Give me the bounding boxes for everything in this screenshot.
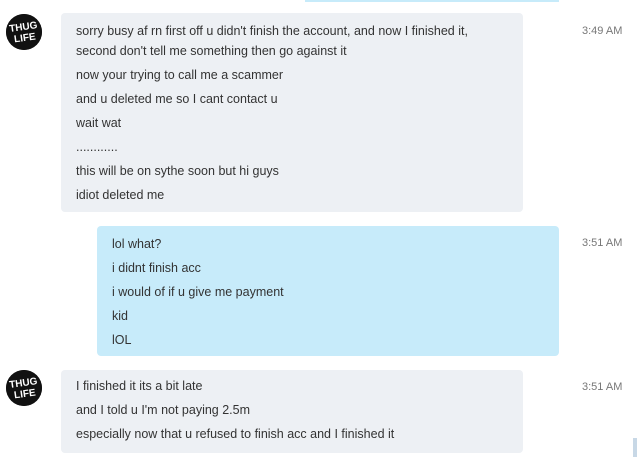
chat-conversation: THUG LIFE sorry busy af rn first off u d… xyxy=(0,0,644,457)
message-line: now your trying to call me a scammer xyxy=(76,68,284,82)
contact-avatar-icon[interactable]: THUG LIFE xyxy=(6,14,42,50)
message-line: especially now that u refused to finish … xyxy=(76,427,395,441)
message-line: and u deleted me so I cant contact u xyxy=(76,92,278,106)
message-line: sorry busy af rn first off u didn't fini… xyxy=(76,24,468,58)
message-line: I finished it its a bit late xyxy=(76,379,203,393)
thug-life-avatar-icon: THUG LIFE xyxy=(6,370,42,406)
message-timestamp: 3:51 AM xyxy=(582,381,623,393)
previous-message-bubble-edge xyxy=(305,0,559,2)
message-line: i didnt finish acc xyxy=(112,261,201,275)
message-line: ............ xyxy=(76,140,118,154)
message-bubble-incoming[interactable]: I finished it its a bit late and I told … xyxy=(61,370,523,453)
message-line: lol what? xyxy=(112,237,162,251)
message-line: and I told u I'm not paying 2.5m xyxy=(76,403,251,417)
message-line: this will be on sythe soon but hi guys xyxy=(76,164,279,178)
scrollbar-thumb[interactable] xyxy=(633,438,637,457)
thug-life-avatar-icon: THUG LIFE xyxy=(6,14,42,50)
contact-avatar-icon[interactable]: THUG LIFE xyxy=(6,370,42,406)
message-bubble-outgoing[interactable]: lol what? i didnt finish acc i would of … xyxy=(97,226,559,356)
message-line: idiot deleted me xyxy=(76,188,165,202)
message-timestamp: 3:51 AM xyxy=(582,237,623,249)
message-line: wait wat xyxy=(76,116,122,130)
message-line: kid xyxy=(112,309,128,323)
message-line: lOL xyxy=(112,333,132,347)
message-line: i would of if u give me payment xyxy=(112,285,284,299)
message-bubble-incoming[interactable]: sorry busy af rn first off u didn't fini… xyxy=(61,13,523,212)
message-timestamp: 3:49 AM xyxy=(582,25,623,37)
